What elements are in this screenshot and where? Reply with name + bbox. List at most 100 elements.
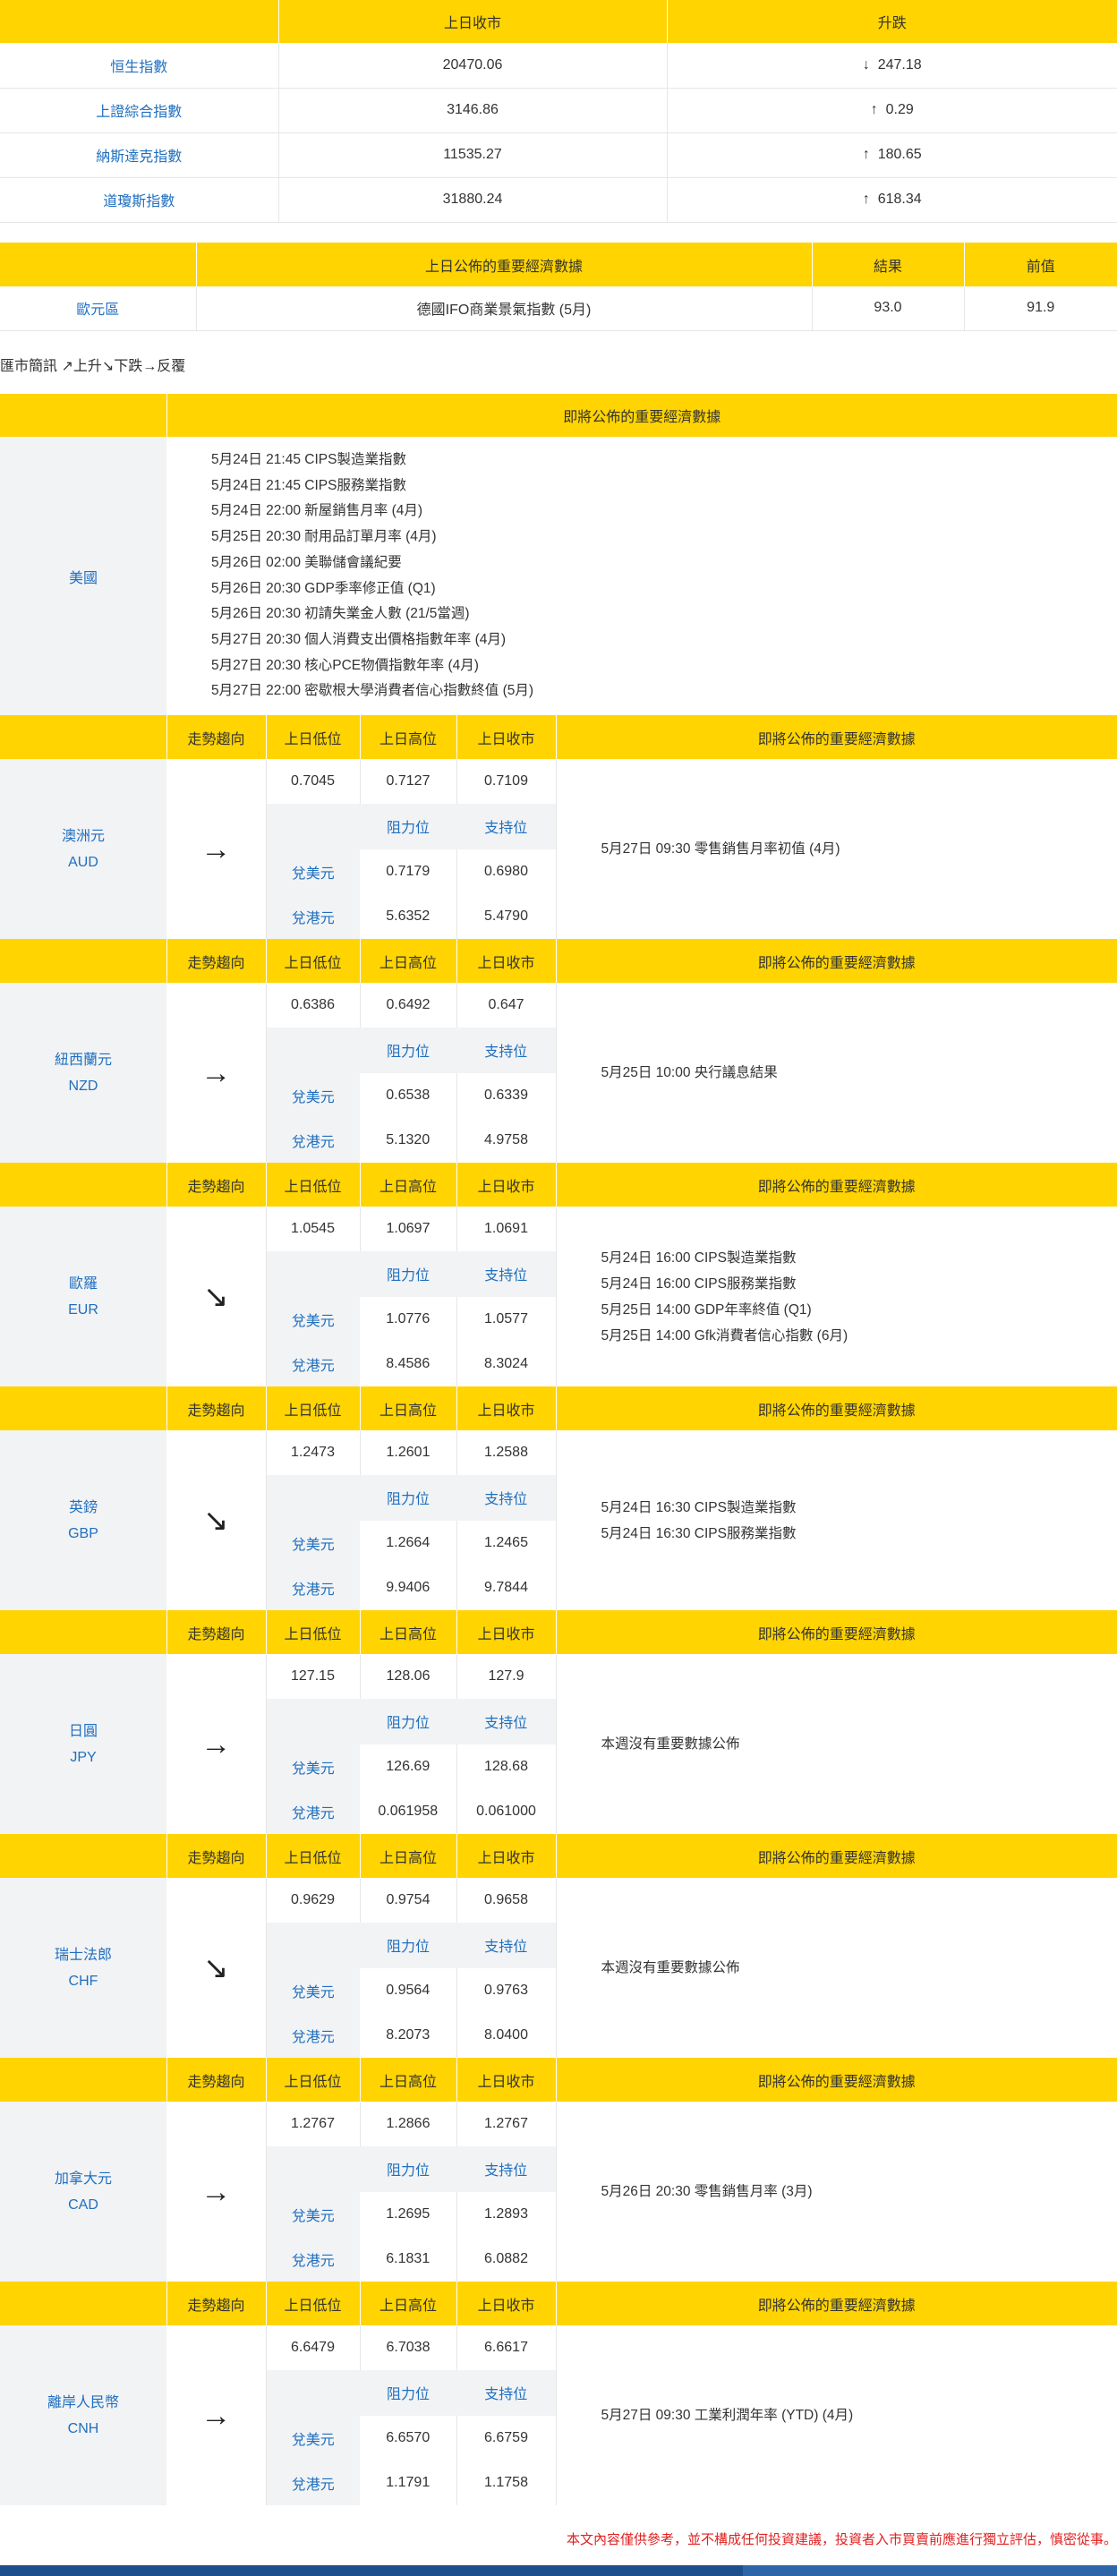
fx-events: 5月26日 20:30 零售銷售月率 (3月) <box>555 2102 1117 2282</box>
fx-header-trend: 走勢趨向 <box>166 715 266 760</box>
index-dir-icon: ↑ <box>862 192 870 207</box>
fx-event-item: 5月26日 20:30 零售銷售月率 (3月) <box>601 2184 813 2200</box>
fx-blank <box>265 1028 360 1073</box>
fx-resistance-label: 阻力位 <box>360 1699 456 1744</box>
index-dir-icon: ↑ <box>870 102 878 117</box>
fx-blank <box>265 1699 360 1744</box>
fx-header-events: 即將公佈的重要經濟數據 <box>555 1163 1117 1207</box>
fx-currency-code: CAD <box>68 2196 98 2213</box>
fx-header-events: 即將公佈的重要經濟數據 <box>555 939 1117 984</box>
fx-events: 5月25日 10:00 央行議息結果 <box>555 983 1117 1163</box>
fx-resistance-label: 阻力位 <box>360 804 456 849</box>
fx-vs-hkd-label: 兌港元 <box>265 2460 360 2505</box>
fx-event-item: 本週沒有重要數據公佈 <box>601 1960 740 1976</box>
fx-header-low: 上日低位 <box>265 1834 360 1879</box>
fx-trend-arrow-icon: ↘ <box>203 1279 229 1314</box>
fx-events: 5月27日 09:30 零售銷售月率初值 (4月) <box>555 759 1117 939</box>
fx-header-trend: 走勢趨向 <box>166 1834 266 1879</box>
fx-hkd-support: 8.3024 <box>456 1341 556 1386</box>
fx-table: 走勢趨向 上日低位 上日高位 上日收市 即將公佈的重要經濟數據 離岸人民幣 CNH → 6.64… <box>0 2282 1117 2505</box>
fx-header-close: 上日收市 <box>456 715 556 760</box>
index-change: 0.29 <box>885 102 914 117</box>
fx-support-label: 支持位 <box>456 1475 556 1521</box>
econ-result: 93.0 <box>811 286 964 331</box>
fx-currency-name: 歐羅 <box>68 1275 98 1292</box>
econ-header-previous: 前值 <box>963 243 1117 286</box>
us-event-item: 5月26日 20:30 初請失業金人數 (21/5當週) <box>211 606 470 622</box>
fx-events: 本週沒有重要數據公佈 <box>555 1654 1117 1834</box>
fx-high: 0.7127 <box>359 759 456 805</box>
fx-events: 本週沒有重要數據公佈 <box>555 1878 1117 2058</box>
econ-item: 德國IFO商業景氣指數 (5月) <box>195 286 812 331</box>
fx-resistance-label: 阻力位 <box>360 1475 456 1521</box>
fx-high: 0.6492 <box>359 983 456 1028</box>
fx-header-close: 上日收市 <box>456 2282 556 2326</box>
fx-usd-support: 0.6980 <box>456 849 556 894</box>
index-name: 上證綜合指數 <box>0 88 278 133</box>
fx-header-trend: 走勢趨向 <box>166 2058 266 2103</box>
fx-header-close: 上日收市 <box>456 1386 556 1431</box>
fx-vs-hkd-label: 兌港元 <box>265 1788 360 1834</box>
fx-usd-resistance: 1.0776 <box>386 1310 431 1326</box>
fx-usd-support: 1.2465 <box>456 1520 556 1565</box>
fx-support-label: 支持位 <box>456 1699 556 1744</box>
fx-header-events: 即將公佈的重要經濟數據 <box>555 2058 1117 2103</box>
fx-close: 127.9 <box>456 1654 556 1700</box>
fx-currency-code: JPY <box>70 1749 97 1765</box>
fx-trend-arrow-icon: → <box>200 2398 232 2433</box>
fx-header-high: 上日高位 <box>359 939 456 984</box>
fx-header-trend: 走勢趨向 <box>166 2282 266 2326</box>
fx-header-high: 上日高位 <box>359 1386 456 1431</box>
econ-header-item: 上日公佈的重要經濟數據 <box>195 243 812 286</box>
fx-vs-usd-label: 兌美元 <box>265 2191 360 2237</box>
fx-close: 0.7109 <box>456 759 556 805</box>
fx-currency: 瑞士法郎 CHF <box>0 1878 166 2058</box>
fx-header-close: 上日收市 <box>456 2058 556 2103</box>
fx-support-label: 支持位 <box>456 1923 556 1968</box>
fx-blank <box>265 1475 360 1521</box>
fx-currency-name: 澳洲元 <box>61 828 105 844</box>
fx-high: 6.7038 <box>359 2325 456 2371</box>
fx-hkd-support: 5.4790 <box>456 893 556 939</box>
us-event-item: 5月24日 22:00 新屋銷售月率 (4月) <box>211 503 423 519</box>
fx-header-low: 上日低位 <box>265 2058 360 2103</box>
fx-support-label: 支持位 <box>456 1028 556 1073</box>
index-dir-icon: ↓ <box>862 56 870 73</box>
fx-support-label: 支持位 <box>456 2370 556 2416</box>
index-close: 3146.86 <box>277 88 667 133</box>
econ-region: 歐元區 <box>0 286 196 331</box>
fx-high: 0.9754 <box>359 1878 456 1923</box>
index-close: 31880.24 <box>277 177 667 223</box>
fx-events: 5月27日 09:30 工業利潤年率 (YTD) (4月) <box>555 2325 1117 2505</box>
us-event-item: 5月24日 21:45 CIPS製造業指數 <box>211 451 406 467</box>
fx-vs-usd-label: 兌美元 <box>265 849 360 894</box>
us-event-item: 5月26日 20:30 GDP季率修正值 (Q1) <box>211 580 436 596</box>
fx-event-item: 5月24日 16:30 CIPS製造業指數 <box>601 1499 797 1515</box>
fx-low: 0.6386 <box>265 983 360 1028</box>
fx-header-trend: 走勢趨向 <box>166 1610 266 1655</box>
fx-low: 1.2767 <box>265 2102 360 2147</box>
fx-header-low: 上日低位 <box>265 1163 360 1207</box>
index-close: 20470.06 <box>277 43 667 89</box>
fx-currency: 澳洲元 AUD <box>0 759 166 939</box>
fx-trend-arrow-icon: → <box>200 1055 232 1090</box>
fx-header-high: 上日高位 <box>359 2282 456 2326</box>
fx-close: 1.2588 <box>456 1430 556 1476</box>
us-table: 即將公佈的重要經濟數據 美國 5月24日 21:45 CIPS製造業指數 5月24… <box>0 394 1117 715</box>
fx-usd-resistance: 0.9564 <box>386 1982 431 1998</box>
fx-usd-support: 128.68 <box>456 1744 556 1789</box>
econ-table: 上日公佈的重要經濟數據 結果 前值 歐元區 德國IFO商業景氣指數 (5月) 9… <box>0 243 1117 331</box>
fx-table: 走勢趨向 上日低位 上日高位 上日收市 即將公佈的重要經濟數據 澳洲元 AUD → 0.7045… <box>0 715 1117 939</box>
fx-usd-resistance: 6.6570 <box>386 2429 431 2445</box>
fx-vs-usd-label: 兌美元 <box>265 1296 360 1342</box>
us-region: 美國 <box>0 437 166 715</box>
fx-high: 1.2866 <box>359 2102 456 2147</box>
fx-vs-hkd-label: 兌港元 <box>265 2236 360 2282</box>
us-event-item: 5月27日 22:00 密歇根大學消費者信心指數終值 (5月) <box>211 683 534 699</box>
index-change-cell: ↑ 180.65 <box>666 132 1117 178</box>
fx-currency-code: EUR <box>68 1301 98 1318</box>
fx-header-high: 上日高位 <box>359 715 456 760</box>
fx-events: 5月24日 16:00 CIPS製造業指數 5月24日 16:00 CIPS服務業… <box>555 1207 1117 1386</box>
disclaimer: 本文內容僅供參考，並不構成任何投資建議，投資者入市買賣前應進行獨立評估，慎密從事… <box>566 2532 1117 2547</box>
fx-table: 走勢趨向 上日低位 上日高位 上日收市 即將公佈的重要經濟數據 瑞士法郎 CHF ↘ 0.962… <box>0 1834 1117 2058</box>
